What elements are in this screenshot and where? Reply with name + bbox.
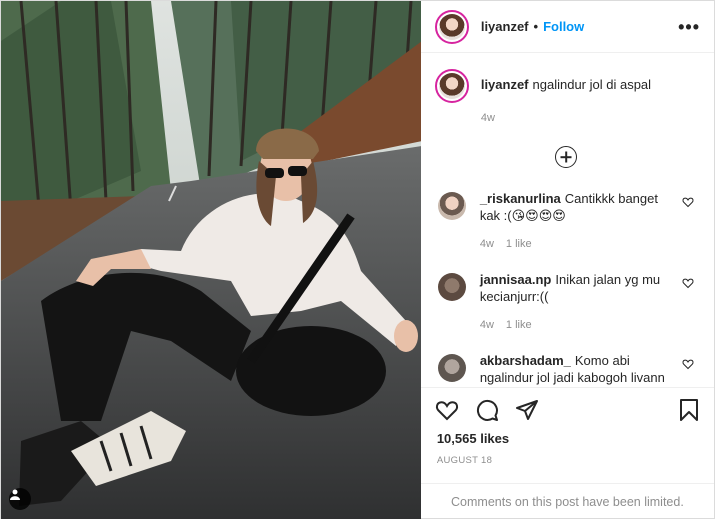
load-more-comments[interactable] <box>435 146 698 168</box>
bookmark-icon[interactable] <box>678 398 700 422</box>
heart-icon[interactable] <box>435 398 459 422</box>
comment-time[interactable]: 4w <box>480 317 494 334</box>
comment-icon[interactable] <box>475 398 499 422</box>
commenter-avatar[interactable] <box>437 192 466 220</box>
instagram-post: liyanzef • Follow ••• liyanzef ngalindur … <box>0 0 715 519</box>
post-actions <box>420 387 714 431</box>
follow-button[interactable]: Follow <box>543 19 584 34</box>
user-tag-icon[interactable] <box>9 488 31 510</box>
heart-icon[interactable] <box>682 358 694 373</box>
heart-icon[interactable] <box>682 277 694 292</box>
avatar[interactable] <box>434 9 469 44</box>
separator-dot: • <box>533 19 539 34</box>
comment-body: jannisaa.np Inikan jalan yg mu kecianjurr… <box>480 271 680 334</box>
heart-icon[interactable] <box>682 196 694 211</box>
comment-body: akbarshadam_ Komo abi ngalindur jol jadi … <box>480 352 680 386</box>
comments-section[interactable]: liyanzef ngalindur jol di aspal 4w _riska… <box>421 53 714 387</box>
post-photo[interactable] <box>1 1 421 519</box>
comment-username[interactable]: jannisaa.np <box>480 272 552 287</box>
caption-body: liyanzef ngalindur jol di aspal 4w <box>481 69 651 124</box>
comment-username[interactable]: _riskanurlina <box>480 191 561 206</box>
photo-scene <box>1 1 421 519</box>
comment-body: _riskanurlina Cantikkk banget kak :(😘😍😍😍 … <box>480 190 680 253</box>
more-options-icon[interactable]: ••• <box>678 18 700 36</box>
comments-limited-notice: Comments on this post have been limited. <box>420 483 714 519</box>
plus-circle-icon[interactable] <box>555 146 578 168</box>
caption-username[interactable]: liyanzef <box>481 77 529 92</box>
caption-time[interactable]: 4w <box>481 112 651 124</box>
comment-likes[interactable]: 1 like <box>506 317 532 334</box>
comment-item: akbarshadam_ Komo abi ngalindur jol jadi … <box>435 352 698 386</box>
comment-item: _riskanurlina Cantikkk banget kak :(😘😍😍😍 … <box>435 190 698 253</box>
caption-text: ngalindur jol di aspal <box>532 77 652 92</box>
post-sidebar: liyanzef • Follow ••• liyanzef ngalindur … <box>420 1 714 519</box>
comment-likes[interactable]: 1 like <box>506 236 532 253</box>
commenter-avatar[interactable] <box>437 354 466 382</box>
comment-username[interactable]: akbarshadam_ <box>480 353 571 368</box>
caption: liyanzef ngalindur jol di aspal 4w <box>434 69 698 124</box>
share-icon[interactable] <box>515 398 539 422</box>
comment-item: jannisaa.np Inikan jalan yg mu kecianjurr… <box>435 271 698 334</box>
comment-time[interactable]: 4w <box>480 236 494 253</box>
post-date[interactable]: AUGUST 18 <box>421 455 714 466</box>
likes-count[interactable]: 10,565 likes <box>421 431 714 446</box>
post-header: liyanzef • Follow ••• <box>420 1 714 53</box>
caption-avatar[interactable] <box>434 69 469 103</box>
post-username[interactable]: liyanzef <box>481 19 529 34</box>
commenter-avatar[interactable] <box>437 273 466 301</box>
